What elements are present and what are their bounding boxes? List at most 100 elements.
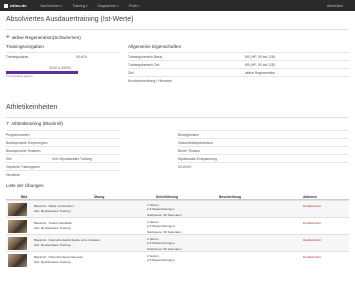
exercise-name: Blackroll - Oberschenkelrückseite ohne R… xyxy=(34,238,101,242)
table-row: Blackroll - Wade mit Rotation Ziel: Myof… xyxy=(6,200,349,217)
nav-item-training[interactable]: Training ▾ xyxy=(72,4,87,8)
header-uebung: Übung xyxy=(94,194,105,199)
row-label: Gesundheitsprävention xyxy=(178,141,213,146)
row-value: Zeit: Myofasziales Training xyxy=(52,157,93,162)
property-row: Trainingsbereich Ziel KB (HF: 90 bis 128… xyxy=(128,60,349,68)
row-label: Hinweise xyxy=(6,173,20,178)
row-value: KB (HF: 90 bis 128) xyxy=(245,63,275,68)
athletik-row: Programmarten xyxy=(6,130,120,138)
exercise-name: Blackroll - Wade mit Rotation xyxy=(34,204,74,208)
exercise-name: Blackroll - Tractus iliotibialis xyxy=(34,221,72,225)
detail-link[interactable]: Detailansicht xyxy=(303,238,321,242)
planned-duration-link[interactable]: Trainingsdauer geplant xyxy=(6,75,32,78)
property-row: Ziel aktive Regeneration xyxy=(128,68,349,76)
row-label: Beweglichkeit xyxy=(178,133,199,138)
athletik-divider xyxy=(6,117,349,118)
brand-logo[interactable]: ukinu.de xyxy=(4,3,26,8)
athletik-row: Beine, Rücken xyxy=(178,146,349,154)
vorgabe-row: Trainingsdauer 00:40 h xyxy=(6,52,120,60)
row-label: 00:20:00 xyxy=(178,165,192,170)
caret-down-icon: ▾ xyxy=(86,3,88,8)
exercise-reps: à 8 Wiederholungen xyxy=(147,224,175,228)
exercise-pause: Satzpause: 60 Sekunden xyxy=(147,212,182,217)
athletik-row: 00:20:00 xyxy=(178,162,349,170)
brand-icon xyxy=(4,3,8,8)
athletik-row: Beanspruchte Körperregion xyxy=(6,138,120,146)
nav-item-profil[interactable]: Profil ▾ xyxy=(129,4,140,8)
row-label: Myofasziale Entspannung xyxy=(178,157,217,162)
top-navbar: ukinu.de Nachrichten ▾ Training ▾ Diagramm… xyxy=(0,0,355,11)
nav-item-nachrichten[interactable]: Nachrichten ▾ xyxy=(40,4,62,8)
progress-fill xyxy=(6,71,78,74)
exercises-title: Liste der Übungen xyxy=(6,183,44,188)
progress-text: 00:40 h (100%) xyxy=(49,66,71,70)
athletik-row: Beweglichkeit xyxy=(178,130,349,138)
table-row: Blackroll - Oberschenkelrückseite ohne R… xyxy=(6,234,349,251)
detail-link[interactable]: Detailansicht xyxy=(303,221,321,225)
nav-item-label: Training xyxy=(72,3,86,8)
nav-item-diagramme[interactable]: Diagramme ▾ xyxy=(98,4,119,8)
athletik-label: Athletiktraining (Blackroll) xyxy=(11,121,63,126)
athletik-title: Athletikeinheiten xyxy=(6,104,58,111)
row-label: Beine, Rücken xyxy=(178,149,201,154)
exercise-reps: à 8 Wiederholungen xyxy=(147,241,175,245)
exercise-reps: à 8 Wiederholungen xyxy=(147,207,175,211)
nav-item-label: Profil xyxy=(128,3,137,8)
detail-link[interactable]: Detailansicht xyxy=(303,204,321,208)
vorgaben-title: Trainingsvorgaben xyxy=(6,44,44,49)
athletik-row: Hinweise xyxy=(6,170,120,178)
caret-down-icon: ▾ xyxy=(137,3,140,8)
brand-name: ukinu.de xyxy=(10,3,27,8)
progress-bar xyxy=(6,71,78,74)
nav-item-label: Nachrichten xyxy=(40,3,60,8)
row-label: Trainingsbereich Basis xyxy=(128,55,163,60)
header-aktionen: Aktionen xyxy=(303,194,318,199)
exercise-pause: Satzpause: 60 Sekunden xyxy=(147,229,182,234)
row-value: aktive Regeneration xyxy=(245,71,276,76)
athletik-heading: Ɏ Athletiktraining (Blackroll) xyxy=(6,121,63,126)
page-title: Absolviertes Ausdauertraining (Ist-Werte… xyxy=(6,16,134,23)
property-row: Kurzbeschreibung / Hinweise xyxy=(128,76,349,84)
row-label: Trainingsdauer xyxy=(6,55,29,60)
header-durchfuehrung: Durchführung xyxy=(156,194,178,199)
header-beschreibung: Beschreibung xyxy=(219,194,241,199)
row-value: KB (HF: 90 bis 128) xyxy=(245,55,275,60)
caret-down-icon: ▾ xyxy=(60,3,63,8)
athletik-row: Beanspruchte Muskeln xyxy=(6,146,120,154)
row-label: Ziel xyxy=(6,157,12,162)
row-label: Trainingsbereich Ziel xyxy=(128,63,160,68)
title-divider xyxy=(6,29,349,30)
row-label: Ziel xyxy=(128,71,134,76)
exercise-image xyxy=(8,220,27,233)
nav-item-label: Diagramme xyxy=(97,3,117,8)
session-heading: ✣ aktive Regeneration(Schwimmen) xyxy=(6,34,81,40)
logout-link[interactable]: Abmelden xyxy=(327,4,343,8)
row-value: 00:40 h xyxy=(76,55,88,60)
exercise-goal: Ziel: Myofasziales Training xyxy=(34,209,71,213)
allgemein-title: Allgemeine Eigenschaften xyxy=(128,44,182,49)
athletik-row: Geplante Trainingszeit xyxy=(6,162,120,170)
row-label: Geplante Trainingszeit xyxy=(6,165,40,170)
arrows-icon: ✣ xyxy=(6,34,10,39)
athletik-row: Myofasziale Entspannung xyxy=(178,154,349,162)
caret-down-icon: ▾ xyxy=(117,3,119,8)
exercise-pause: Satzpause: 60 Sekunden xyxy=(147,246,182,251)
detail-link[interactable]: Detailansicht xyxy=(303,255,321,259)
exercise-image xyxy=(8,254,27,267)
row-label: Beanspruchte Körperregion xyxy=(6,141,48,146)
athletik-row: Gesundheitsprävention xyxy=(178,138,349,146)
exercise-table-header: Bild Übung Durchführung Beschreibung Akt… xyxy=(6,193,349,200)
table-row: Blackroll - Tractus iliotibialis Ziel: M… xyxy=(6,217,349,234)
session-label: aktive Regeneration(Schwimmen) xyxy=(11,34,81,40)
property-row: Trainingsbereich Basis KB (HF: 90 bis 12… xyxy=(128,52,349,60)
athletik-row: Ziel Zeit: Myofasziales Training xyxy=(6,154,120,162)
exercise-goal: Ziel: Myofasziales Training xyxy=(34,260,71,264)
header-bild: Bild xyxy=(21,194,28,199)
exercise-goal: Ziel: Myofasziales Training xyxy=(34,226,71,230)
exercise-reps: à 8 Wiederholungen xyxy=(147,258,175,262)
dumbbell-icon: Ɏ xyxy=(6,121,10,126)
row-label: Beanspruchte Muskeln xyxy=(6,149,41,154)
row-label: Kurzbeschreibung / Hinweise xyxy=(128,79,172,84)
exercise-image xyxy=(8,203,27,216)
row-label: Programmarten xyxy=(6,133,30,138)
